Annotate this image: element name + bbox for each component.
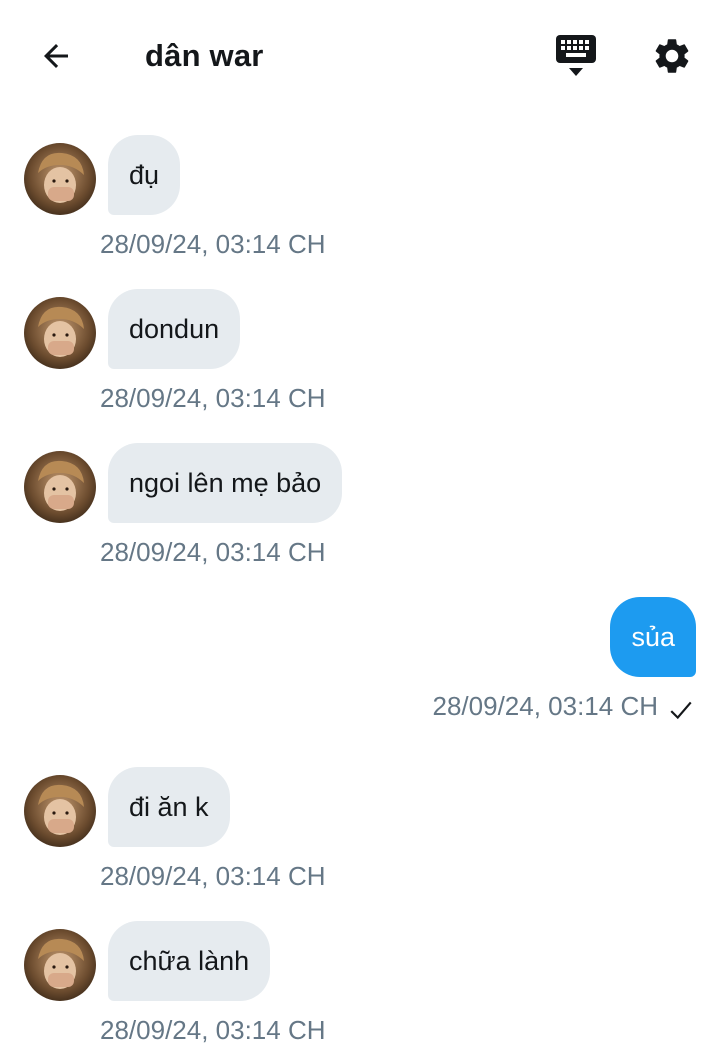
avatar-image xyxy=(24,775,96,847)
arrow-left-icon xyxy=(44,44,68,68)
avatar[interactable] xyxy=(24,775,96,847)
message-bubble[interactable]: ngoi lên mẹ bảo xyxy=(108,443,343,523)
message-bubble[interactable]: sủa xyxy=(610,597,696,677)
message-bubble[interactable]: đụ xyxy=(108,135,181,215)
settings-button[interactable] xyxy=(650,34,694,78)
checkmark-icon xyxy=(670,701,692,720)
keyboard-icon xyxy=(556,35,596,76)
keyboard-button[interactable] xyxy=(552,34,600,82)
avatar[interactable] xyxy=(24,451,96,523)
conversation-title: dân war xyxy=(145,38,264,73)
message-timestamp: 28/09/24, 03:14 CH xyxy=(100,229,326,259)
message-timestamp: 28/09/24, 03:14 CH xyxy=(100,537,326,567)
avatar[interactable] xyxy=(24,297,96,369)
message-timestamp: 28/09/24, 03:14 CH xyxy=(100,1015,326,1045)
avatar-image xyxy=(24,297,96,369)
avatar[interactable] xyxy=(24,929,96,1001)
message-bubble[interactable]: dondun xyxy=(108,289,241,369)
top-bar: dân war xyxy=(0,0,720,118)
back-button[interactable] xyxy=(32,34,80,78)
gear-icon xyxy=(655,39,689,73)
message-bubble[interactable]: chữa lành xyxy=(108,921,271,1001)
avatar-image xyxy=(24,451,96,523)
message-timestamp: 28/09/24, 03:14 CH xyxy=(100,861,326,891)
avatar[interactable] xyxy=(24,143,96,215)
message-timestamp: 28/09/24, 03:14 CH xyxy=(100,383,326,413)
message-timestamp: 28/09/24, 03:14 CH xyxy=(432,691,659,721)
avatar-image xyxy=(24,143,96,215)
avatar-image xyxy=(24,929,96,1001)
message-bubble[interactable]: đi ăn k xyxy=(108,767,230,847)
